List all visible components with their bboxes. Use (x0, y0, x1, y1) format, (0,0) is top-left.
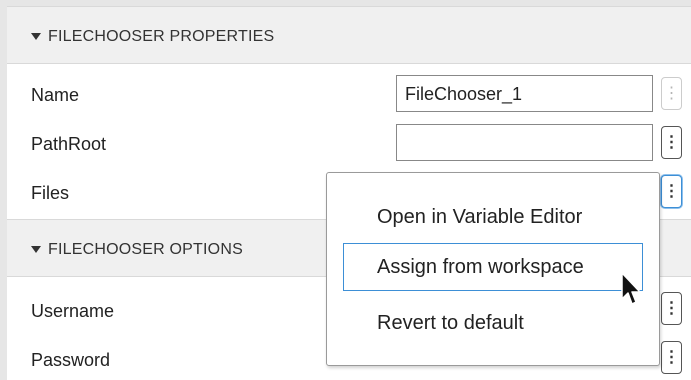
triangle-down-icon[interactable] (31, 246, 41, 253)
pathroot-more-button[interactable]: ⋮ (661, 126, 682, 159)
pathroot-field[interactable] (396, 124, 653, 161)
triangle-down-icon[interactable] (31, 33, 41, 40)
section-title: FILECHOOSER PROPERTIES (48, 28, 275, 45)
section-title: FILECHOOSER OPTIONS (48, 241, 243, 258)
section-header-properties[interactable]: FILECHOOSER PROPERTIES (7, 6, 691, 64)
name-field[interactable]: FileChooser_1 (396, 75, 653, 112)
mouse-pointer-icon (621, 272, 641, 305)
menu-item-label: Assign from workspace (377, 256, 584, 278)
vertical-ellipsis-icon: ⋮ (663, 84, 680, 102)
files-more-button[interactable]: ⋮ (661, 175, 682, 208)
pathroot-label: PathRoot (31, 134, 107, 154)
context-menu: Open in Variable Editor Assign from work… (326, 172, 660, 366)
vertical-ellipsis-icon: ⋮ (663, 348, 680, 366)
name-label: Name (31, 85, 80, 105)
vertical-ellipsis-icon: ⋮ (663, 133, 680, 151)
files-label: Files (31, 183, 70, 203)
name-more-button: ⋮ (661, 77, 682, 110)
menu-item-assign-from-workspace[interactable]: Assign from workspace (343, 243, 643, 291)
panel-left-edge (0, 0, 7, 380)
password-label: Password (31, 350, 111, 370)
vertical-ellipsis-icon: ⋮ (663, 182, 680, 200)
username-more-button[interactable]: ⋮ (661, 292, 682, 325)
name-field-value: FileChooser_1 (405, 84, 523, 104)
menu-item-label: Revert to default (377, 312, 524, 334)
vertical-ellipsis-icon: ⋮ (663, 299, 680, 317)
username-label: Username (31, 301, 115, 321)
menu-item-revert-to-default[interactable]: Revert to default (343, 299, 643, 347)
menu-item-label: Open in Variable Editor (377, 206, 583, 228)
menu-item-open-in-variable-editor[interactable]: Open in Variable Editor (343, 193, 643, 241)
password-more-button[interactable]: ⋮ (661, 341, 682, 374)
